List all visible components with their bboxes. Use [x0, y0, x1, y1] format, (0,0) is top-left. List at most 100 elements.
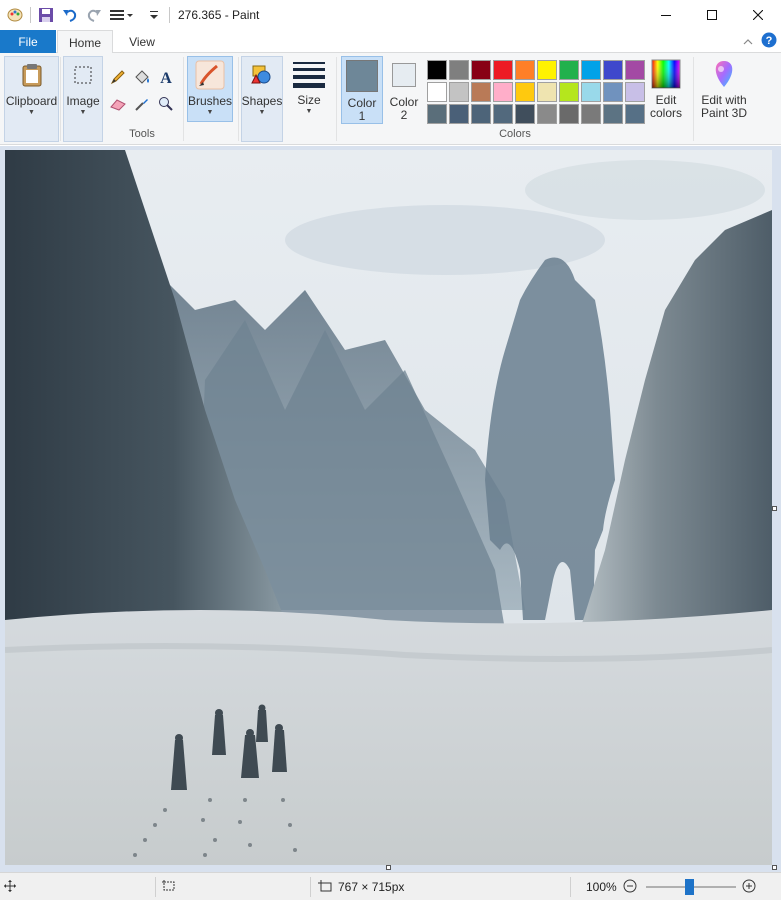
edit-colors-button[interactable]: Edit colors — [645, 56, 687, 124]
redo-icon[interactable] — [85, 6, 103, 24]
help-icon[interactable]: ? — [761, 32, 777, 51]
palette-swatch[interactable] — [559, 104, 579, 124]
image-button[interactable]: Image ▼ — [63, 56, 103, 142]
group-separator — [60, 57, 61, 141]
canvas-size-icon — [318, 879, 332, 895]
color-picker-icon[interactable] — [130, 90, 154, 117]
palette-swatch[interactable] — [449, 60, 469, 80]
palette-swatch[interactable] — [603, 82, 623, 102]
maximize-button[interactable] — [689, 0, 735, 30]
palette-swatch[interactable] — [449, 82, 469, 102]
tab-view[interactable]: View — [114, 30, 170, 53]
edit-colors-label-1: Edit — [655, 93, 677, 107]
colors-group-label: Colors — [499, 128, 531, 140]
palette-swatch[interactable] — [581, 104, 601, 124]
palette-swatch[interactable] — [625, 60, 645, 80]
tab-file[interactable]: File — [0, 30, 56, 53]
group-separator — [336, 57, 337, 141]
palette-swatch[interactable] — [471, 104, 491, 124]
pencil-icon[interactable] — [106, 63, 130, 90]
clipboard-button[interactable]: Clipboard ▼ — [4, 56, 59, 142]
palette-swatch[interactable] — [427, 104, 447, 124]
resize-handle-right[interactable] — [772, 506, 777, 511]
tab-home[interactable]: Home — [57, 30, 113, 54]
shapes-button[interactable]: Shapes ▼ — [241, 56, 283, 142]
drawing-canvas[interactable] — [5, 150, 772, 865]
palette-swatch[interactable] — [449, 104, 469, 124]
magnifier-icon[interactable] — [154, 90, 178, 117]
zoom-out-button[interactable] — [623, 879, 637, 896]
palette-swatch[interactable] — [537, 104, 557, 124]
size-label: Size — [297, 93, 321, 107]
paint-app-icon[interactable] — [6, 6, 24, 24]
palette-swatch[interactable] — [537, 82, 557, 102]
color1-swatch — [345, 59, 379, 93]
palette-swatch[interactable] — [537, 60, 557, 80]
paint3d-label-1: Edit with — [701, 93, 747, 107]
window-title: 276.365 - Paint — [178, 8, 260, 22]
chevron-down-icon: ▼ — [305, 108, 313, 115]
palette-swatch[interactable] — [515, 60, 535, 80]
palette-swatch[interactable] — [427, 82, 447, 102]
tools-group-label: Tools — [129, 128, 155, 140]
zoom-slider-thumb[interactable] — [685, 879, 695, 895]
palette-swatch[interactable] — [559, 60, 579, 80]
color2-number: 2 — [400, 108, 408, 122]
palette-swatch[interactable] — [493, 104, 513, 124]
color2-label: Color — [389, 95, 419, 109]
save-icon[interactable] — [37, 6, 55, 24]
palette-swatch[interactable] — [603, 104, 623, 124]
eraser-icon[interactable] — [106, 90, 130, 117]
palette-swatch[interactable] — [625, 82, 645, 102]
palette-swatch[interactable] — [581, 82, 601, 102]
image-label: Image — [66, 94, 100, 108]
selection-size-icon — [162, 879, 176, 895]
resize-handle-bottom[interactable] — [386, 865, 391, 870]
color1-button[interactable]: Color 1 — [341, 56, 383, 124]
brushes-button[interactable]: Brushes ▼ — [187, 56, 233, 122]
palette-swatch[interactable] — [603, 60, 623, 80]
ribbon-tabs: File Home View ? — [0, 30, 781, 54]
palette-swatch[interactable] — [559, 82, 579, 102]
resize-handle-corner[interactable] — [772, 865, 777, 870]
edit-colors-label-2: colors — [649, 106, 682, 120]
palette-swatch[interactable] — [515, 104, 535, 124]
palette-swatch[interactable] — [471, 60, 491, 80]
chevron-down-icon: ▼ — [258, 109, 266, 116]
title-bar: 276.365 - Paint — [0, 0, 781, 30]
group-separator — [693, 57, 694, 141]
zoom-in-button[interactable] — [742, 879, 756, 896]
move-cursor-icon — [4, 879, 16, 895]
select-icon — [67, 59, 99, 91]
paint3d-label-2: Paint 3D — [700, 106, 748, 120]
chevron-down-icon: ▼ — [206, 109, 214, 116]
customize-qat-icon[interactable] — [109, 6, 139, 24]
palette-swatch[interactable] — [427, 60, 447, 80]
palette-swatch[interactable] — [581, 60, 601, 80]
palette-swatch[interactable] — [493, 60, 513, 80]
status-separator — [570, 877, 571, 897]
status-separator — [310, 877, 311, 897]
brush-icon — [194, 59, 226, 91]
group-separator — [183, 57, 184, 141]
text-icon[interactable]: A — [154, 63, 178, 90]
edit-with-paint3d-button[interactable]: Edit with Paint 3D — [697, 56, 751, 124]
clipboard-icon — [16, 59, 48, 91]
color2-button[interactable]: Color 2 — [385, 56, 423, 124]
palette-swatch[interactable] — [471, 82, 491, 102]
brushes-label: Brushes — [187, 94, 233, 108]
minimize-button[interactable] — [643, 0, 689, 30]
undo-icon[interactable] — [61, 6, 79, 24]
palette-swatch[interactable] — [625, 104, 645, 124]
canvas-size: 767 × 715px — [318, 873, 404, 900]
shapes-icon — [246, 59, 278, 91]
palette-swatch[interactable] — [493, 82, 513, 102]
cursor-position — [4, 873, 16, 900]
fill-bucket-icon[interactable] — [130, 63, 154, 90]
collapse-ribbon-icon[interactable] — [743, 35, 753, 49]
qat-dropdown-icon[interactable] — [145, 6, 163, 24]
size-button[interactable]: Size ▼ — [287, 56, 331, 122]
close-button[interactable] — [735, 0, 781, 30]
palette-swatch[interactable] — [515, 82, 535, 102]
zoom-control: 100% — [586, 873, 637, 900]
